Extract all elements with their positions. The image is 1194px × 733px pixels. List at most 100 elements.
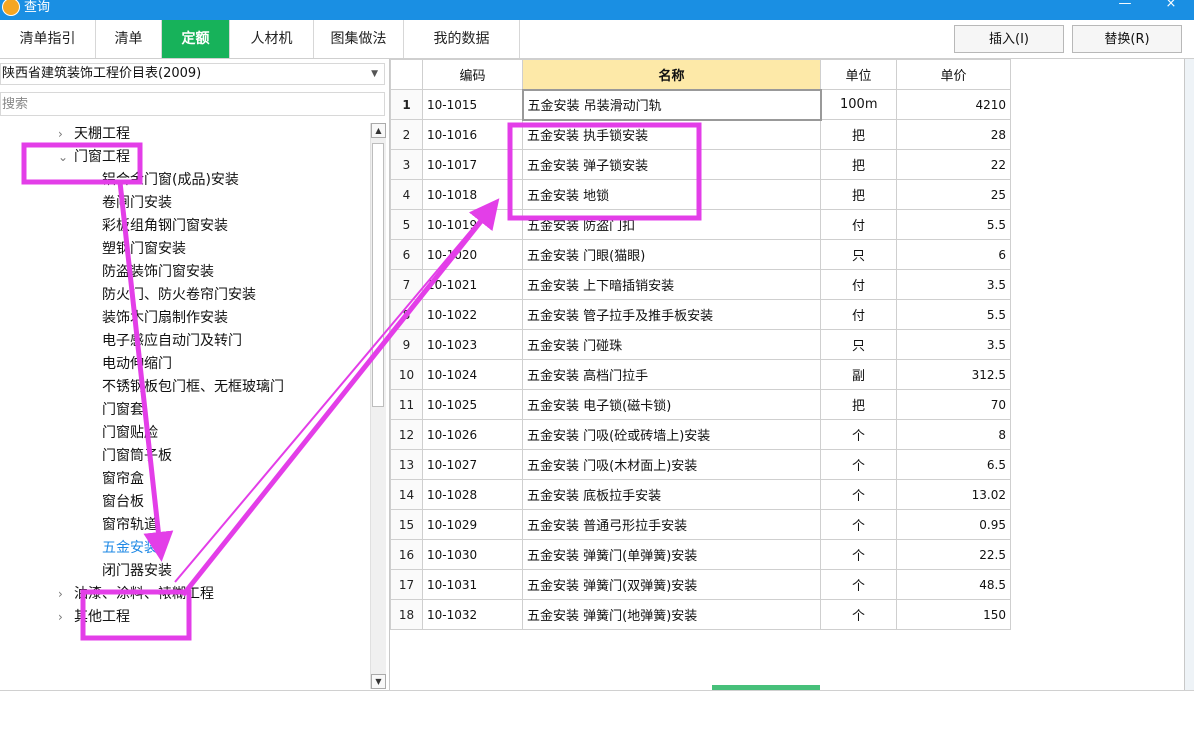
close-button[interactable]: × bbox=[1156, 0, 1186, 16]
cell-price[interactable]: 3.5 bbox=[896, 329, 1011, 360]
cell-code[interactable]: 10-1022 bbox=[422, 299, 523, 330]
cell-price[interactable]: 22 bbox=[896, 149, 1011, 180]
cell-price[interactable]: 0.95 bbox=[896, 509, 1011, 540]
tree-node-door-trim[interactable]: 门窗贴脸 bbox=[102, 422, 158, 445]
cell-price[interactable]: 150 bbox=[896, 599, 1011, 630]
cell-unit[interactable]: 把 bbox=[820, 149, 897, 180]
table-row[interactable]: 11 10-1025 五金安装 电子锁(磁卡锁) 把 70 bbox=[390, 389, 1011, 420]
cell-code[interactable]: 10-1019 bbox=[422, 209, 523, 240]
search-input[interactable] bbox=[0, 92, 385, 116]
cell-price[interactable]: 8 bbox=[896, 419, 1011, 450]
tree-node-ceiling[interactable]: › 天棚工程 bbox=[58, 123, 130, 146]
cell-price[interactable]: 4210 bbox=[896, 89, 1011, 120]
cell-price[interactable]: 5.5 bbox=[896, 299, 1011, 330]
library-dropdown[interactable]: 陕西省建筑装饰工程价目表(2009) ▼ bbox=[0, 63, 385, 85]
cell-code[interactable]: 10-1017 bbox=[422, 149, 523, 180]
cell-code[interactable]: 10-1018 bbox=[422, 179, 523, 210]
row-index[interactable]: 11 bbox=[390, 389, 423, 420]
row-index[interactable]: 9 bbox=[390, 329, 423, 360]
cell-unit[interactable]: 100m bbox=[820, 89, 897, 120]
column-header-unit[interactable]: 单位 bbox=[820, 59, 897, 90]
cell-code[interactable]: 10-1028 bbox=[422, 479, 523, 510]
row-index[interactable]: 4 bbox=[390, 179, 423, 210]
cell-name[interactable]: 五金安装 执手锁安装 bbox=[522, 119, 821, 150]
tree-node-plastic-steel[interactable]: 塑钢门窗安装 bbox=[102, 238, 186, 261]
row-index[interactable]: 10 bbox=[390, 359, 423, 390]
table-row[interactable]: 18 10-1032 五金安装 弹簧门(地弹簧)安装个 150 bbox=[390, 599, 1011, 630]
cell-code[interactable]: 10-1015 bbox=[422, 89, 523, 120]
tab-quota[interactable]: 定额 bbox=[162, 20, 230, 58]
cell-code[interactable]: 10-1023 bbox=[422, 329, 523, 360]
cell-name[interactable]: 五金安装 门吸(砼或砖墙上)安装 bbox=[522, 419, 821, 450]
cell-name[interactable]: 五金安装 弹簧门(双弹簧)安装 bbox=[522, 569, 821, 600]
tree-node-fire-doors[interactable]: 防火门、防火卷帘门安装 bbox=[102, 284, 256, 307]
cell-price[interactable]: 70 bbox=[896, 389, 1011, 420]
table-row[interactable]: 3 10-1017 五金安装 弹子锁安装把 22 bbox=[390, 149, 1011, 180]
table-row[interactable]: 13 10-1027 五金安装 门吸(木材面上)安装个 6.5 bbox=[390, 449, 1011, 480]
table-row[interactable]: 12 10-1026 五金安装 门吸(砼或砖墙上)安装个 8 bbox=[390, 419, 1011, 450]
cell-unit[interactable]: 付 bbox=[820, 209, 897, 240]
tree-node-color-steel[interactable]: 彩板组角钢门窗安装 bbox=[102, 215, 228, 238]
cell-price[interactable]: 6 bbox=[896, 239, 1011, 270]
tree-node-other-works[interactable]: › 其他工程 bbox=[58, 606, 130, 629]
cell-price[interactable]: 13.02 bbox=[896, 479, 1011, 510]
tree-node-wood-doors[interactable]: 装饰木门扇制作安装 bbox=[102, 307, 228, 330]
row-index[interactable]: 7 bbox=[390, 269, 423, 300]
column-header-name[interactable]: 名称 bbox=[522, 59, 821, 90]
cell-price[interactable]: 312.5 bbox=[896, 359, 1011, 390]
cell-unit[interactable]: 付 bbox=[820, 269, 897, 300]
row-index[interactable]: 5 bbox=[390, 209, 423, 240]
cell-code[interactable]: 10-1025 bbox=[422, 389, 523, 420]
table-row[interactable]: 14 10-1028 五金安装 底板拉手安装个 13.02 bbox=[390, 479, 1011, 510]
cell-code[interactable]: 10-1029 bbox=[422, 509, 523, 540]
cell-name[interactable]: 五金安装 门碰珠 bbox=[522, 329, 821, 360]
table-row[interactable]: 5 10-1019 五金安装 防盗门扣付 5.5 bbox=[390, 209, 1011, 240]
cell-name[interactable]: 五金安装 底板拉手安装 bbox=[522, 479, 821, 510]
cell-name[interactable]: 五金安装 地锁 bbox=[522, 179, 821, 210]
cell-unit[interactable]: 副 bbox=[820, 359, 897, 390]
cell-price[interactable]: 28 bbox=[896, 119, 1011, 150]
cell-unit[interactable]: 个 bbox=[820, 479, 897, 510]
cell-unit[interactable]: 个 bbox=[820, 449, 897, 480]
cell-price[interactable]: 3.5 bbox=[896, 269, 1011, 300]
tab-my-data[interactable]: 我的数据 bbox=[404, 20, 520, 58]
cell-name[interactable]: 五金安装 高档门拉手 bbox=[522, 359, 821, 390]
cell-name[interactable]: 五金安装 弹子锁安装 bbox=[522, 149, 821, 180]
row-index[interactable]: 6 bbox=[390, 239, 423, 270]
tree-node-window-sill[interactable]: 窗台板 bbox=[102, 491, 144, 514]
cell-name[interactable]: 五金安装 上下暗插销安装 bbox=[522, 269, 821, 300]
row-index[interactable]: 16 bbox=[390, 539, 423, 570]
cell-name[interactable]: 五金安装 弹簧门(地弹簧)安装 bbox=[522, 599, 821, 630]
cell-code[interactable]: 10-1016 bbox=[422, 119, 523, 150]
cell-unit[interactable]: 个 bbox=[820, 539, 897, 570]
table-row[interactable]: 17 10-1031 五金安装 弹簧门(双弹簧)安装个 48.5 bbox=[390, 569, 1011, 600]
row-index[interactable]: 8 bbox=[390, 299, 423, 330]
row-index[interactable]: 14 bbox=[390, 479, 423, 510]
table-row[interactable]: 7 10-1021 五金安装 上下暗插销安装付 3.5 bbox=[390, 269, 1011, 300]
tree-node-aluminum-doors[interactable]: 铝合金门窗(成品)安装 bbox=[102, 169, 239, 192]
cell-name[interactable]: 五金安装 电子锁(磁卡锁) bbox=[522, 389, 821, 420]
table-row[interactable]: 1 10-1015 五金安装 吊装滑动门轨 100m 4210 bbox=[390, 88, 1011, 121]
tree-node-telescopic-doors[interactable]: 电动伸缩门 bbox=[102, 353, 172, 376]
cell-unit[interactable]: 把 bbox=[820, 389, 897, 420]
cell-name[interactable]: 五金安装 弹簧门(单弹簧)安装 bbox=[522, 539, 821, 570]
cell-unit[interactable]: 个 bbox=[820, 419, 897, 450]
row-index[interactable]: 12 bbox=[390, 419, 423, 450]
tree-node-door-closer[interactable]: 闭门器安装 bbox=[102, 560, 172, 583]
cell-unit[interactable]: 把 bbox=[820, 179, 897, 210]
row-index[interactable]: 1 bbox=[390, 89, 423, 120]
cell-code[interactable]: 10-1030 bbox=[422, 539, 523, 570]
cell-unit[interactable]: 个 bbox=[820, 599, 897, 630]
tree-node-hardware[interactable]: 五金安装 bbox=[102, 537, 158, 560]
cell-name[interactable]: 五金安装 管子拉手及推手板安装 bbox=[522, 299, 821, 330]
cell-price[interactable]: 6.5 bbox=[896, 449, 1011, 480]
table-row[interactable]: 16 10-1030 五金安装 弹簧门(单弹簧)安装个 22.5 bbox=[390, 539, 1011, 570]
cell-unit[interactable]: 只 bbox=[820, 239, 897, 270]
cell-code[interactable]: 10-1027 bbox=[422, 449, 523, 480]
cell-code[interactable]: 10-1026 bbox=[422, 419, 523, 450]
table-row[interactable]: 2 10-1016 五金安装 执手锁安装把 28 bbox=[390, 119, 1011, 150]
cell-price[interactable]: 22.5 bbox=[896, 539, 1011, 570]
row-index[interactable]: 18 bbox=[390, 599, 423, 630]
table-row[interactable]: 8 10-1022 五金安装 管子拉手及推手板安装付 5.5 bbox=[390, 299, 1011, 330]
cell-unit[interactable]: 把 bbox=[820, 119, 897, 150]
